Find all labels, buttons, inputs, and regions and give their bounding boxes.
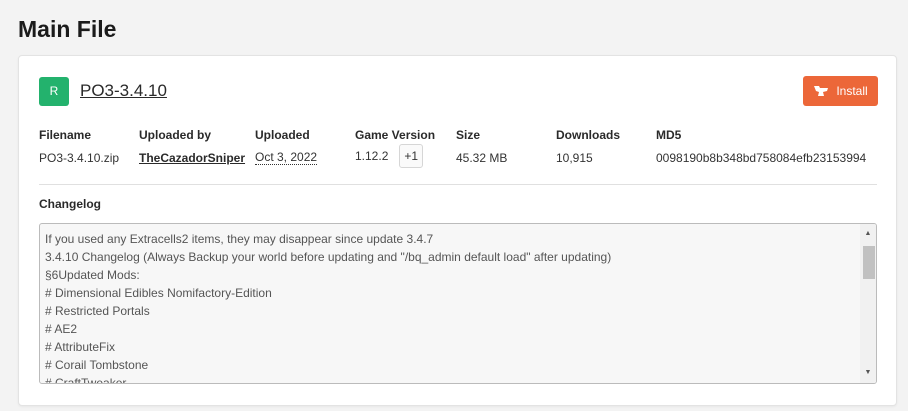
downloads-label: Downloads <box>556 128 621 142</box>
changelog-line: §6Updated Mods: <box>45 268 140 282</box>
changelog-line: # Corail Tombstone <box>45 358 149 372</box>
uploader-label: Uploaded by <box>139 128 212 142</box>
uploaded-label: Uploaded <box>255 128 310 142</box>
game-version-column: Game Version 1.12.2 +1 <box>355 128 435 168</box>
install-button[interactable]: Install <box>803 76 878 106</box>
release-type-badge: R <box>39 77 69 106</box>
size-label: Size <box>456 128 481 142</box>
scroll-up-arrow-icon[interactable]: ▲ <box>860 226 876 242</box>
filename-column: Filename PO3-3.4.10.zip <box>39 128 119 165</box>
uploaded-date: Oct 3, 2022 <box>255 150 318 165</box>
filename-label: Filename <box>39 128 92 142</box>
divider <box>39 184 877 185</box>
changelog-line: # CraftTweaker <box>45 376 127 384</box>
downloads-column: Downloads 10,915 <box>556 128 620 165</box>
scroll-down-arrow-icon[interactable]: ▼ <box>860 365 876 381</box>
game-version-value: 1.12.2 <box>355 149 389 163</box>
page-title: Main File <box>18 16 117 42</box>
uploader-link[interactable]: TheCazadorSniper <box>139 151 245 165</box>
more-versions-badge[interactable]: +1 <box>399 144 424 168</box>
changelog-line: If you used any Extracells2 items, they … <box>45 232 434 246</box>
scroll-thumb[interactable] <box>863 246 875 279</box>
uploader-column: Uploaded by TheCazadorSniper <box>139 128 245 165</box>
curseforge-icon <box>813 84 829 98</box>
downloads-value: 10,915 <box>556 151 593 165</box>
filename-value: PO3-3.4.10.zip <box>39 151 120 165</box>
uploaded-column: Uploaded Oct 3, 2022 <box>255 128 318 166</box>
changelog-line: # Restricted Portals <box>45 304 150 318</box>
install-label: Install <box>836 84 868 98</box>
md5-label: MD5 <box>656 128 682 142</box>
game-version-label: Game Version <box>355 128 436 142</box>
size-value: 45.32 MB <box>456 151 508 165</box>
main-file-card: R PO3-3.4.10 Install Filename PO3-3.4.10… <box>18 55 897 406</box>
changelog-textarea[interactable]: If you used any Extracells2 items, they … <box>39 223 877 384</box>
md5-column: MD5 0098190b8b348bd758084efb23153994 <box>656 128 866 165</box>
changelog-content: If you used any Extracells2 items, they … <box>45 230 856 384</box>
size-column: Size 45.32 MB <box>456 128 507 165</box>
file-name-link[interactable]: PO3-3.4.10 <box>80 81 167 101</box>
changelog-line: # AttributeFix <box>45 340 116 354</box>
changelog-line: 3.4.10 Changelog (Always Backup your wor… <box>45 250 612 264</box>
md5-value: 0098190b8b348bd758084efb23153994 <box>656 151 867 165</box>
changelog-line: # AE2 <box>45 322 78 336</box>
changelog-scrollbar[interactable]: ▲ ▼ <box>860 224 876 383</box>
changelog-label: Changelog <box>39 197 101 211</box>
changelog-line: # Dimensional Edibles Nomifactory-Editio… <box>45 286 272 300</box>
